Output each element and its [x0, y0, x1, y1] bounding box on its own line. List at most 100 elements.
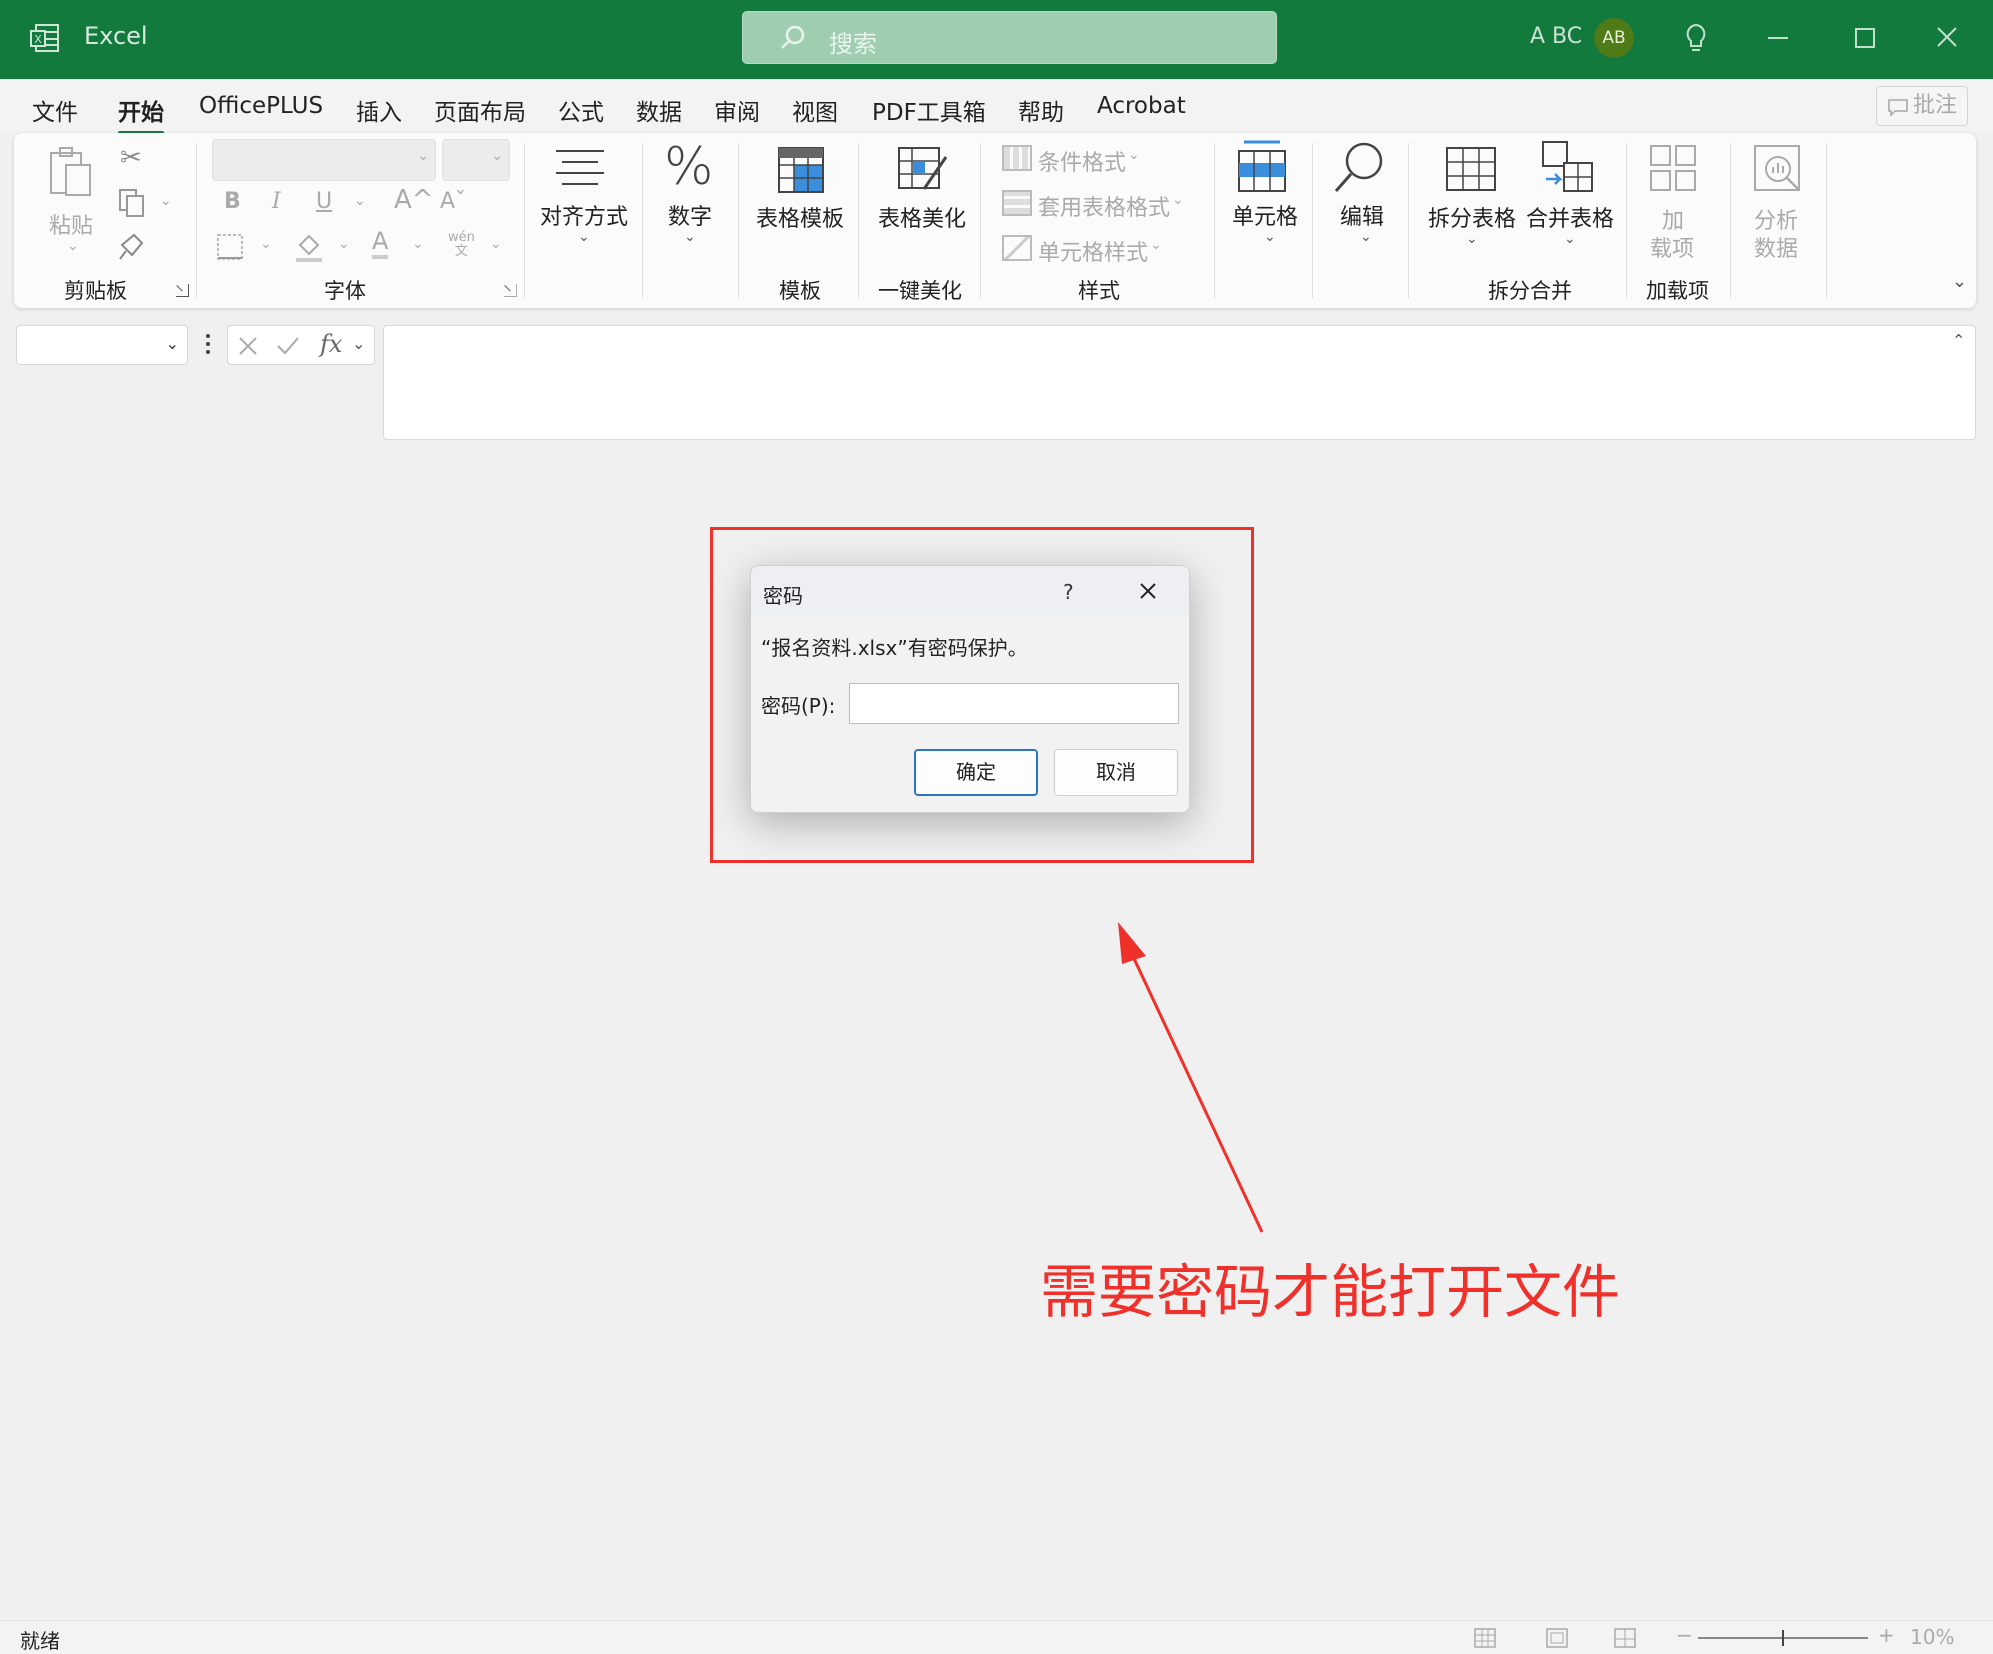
conditional-format-icon[interactable] [1002, 145, 1032, 171]
grow-font-button[interactable]: A^ [394, 185, 434, 215]
zoom-in-button[interactable]: + [1878, 1623, 1895, 1647]
format-as-table-caret-icon[interactable]: ⌄ [1172, 192, 1184, 208]
name-box[interactable]: ⌄ [16, 325, 188, 365]
align-icon[interactable] [554, 147, 606, 187]
page-break-view-icon[interactable] [1614, 1628, 1636, 1648]
collapse-formula-icon[interactable]: ⌄ [1952, 330, 1965, 349]
copy-icon[interactable] [118, 188, 146, 218]
format-painter-icon[interactable] [118, 231, 148, 261]
cancel-formula-icon[interactable] [238, 336, 258, 356]
fill-color-icon[interactable] [294, 231, 324, 263]
cell-styles-icon[interactable] [1002, 235, 1032, 261]
tab-data[interactable]: 数据 [636, 93, 682, 127]
format-as-table-label[interactable]: 套用表格格式 [1038, 190, 1170, 222]
tab-help[interactable]: 帮助 [1018, 93, 1064, 127]
font-name-select[interactable]: ⌄ [212, 139, 436, 181]
dialog-help-button[interactable]: ? [1063, 580, 1074, 604]
maximize-button[interactable] [1855, 28, 1875, 48]
collapse-ribbon-icon[interactable]: ⌄ [1952, 271, 1967, 292]
tab-review[interactable]: 审阅 [714, 93, 760, 127]
table-beautify-icon[interactable] [896, 145, 950, 195]
cut-icon[interactable]: ✂ [120, 143, 142, 173]
tab-insert[interactable]: 插入 [356, 93, 402, 127]
font-color-button[interactable]: A [372, 227, 389, 259]
tab-officeplus[interactable]: OfficePLUS [199, 93, 323, 119]
cells-icon[interactable] [1236, 139, 1288, 195]
password-input[interactable] [849, 683, 1179, 724]
copy-caret-icon[interactable]: ⌄ [160, 193, 172, 209]
cancel-button[interactable]: 取消 [1054, 749, 1178, 796]
cells-caret-icon[interactable]: ⌄ [1264, 229, 1276, 245]
merge-table-icon[interactable] [1540, 139, 1596, 195]
merge-table-caret-icon[interactable]: ⌄ [1564, 231, 1576, 247]
number-caret-icon[interactable]: ⌄ [684, 229, 696, 245]
zoom-level[interactable]: 10% [1910, 1625, 1954, 1649]
normal-view-icon[interactable] [1474, 1628, 1496, 1648]
status-text: 就绪 [20, 1629, 60, 1653]
more-icon[interactable] [206, 333, 210, 355]
addins-group-label: 加载项 [1646, 279, 1709, 303]
minimize-button[interactable] [1768, 37, 1788, 39]
cell-styles-label[interactable]: 单元格样式 [1038, 235, 1148, 267]
beautify-group-label: 一键美化 [878, 279, 962, 303]
clipboard-launcher-icon[interactable] [176, 284, 189, 297]
phonetic-button[interactable]: wén 文 [448, 231, 475, 259]
tab-home[interactable]: 开始 [118, 93, 164, 135]
cell-styles-caret-icon[interactable]: ⌄ [1150, 237, 1162, 253]
conditional-format-label[interactable]: 条件格式 [1038, 145, 1126, 177]
tab-pdf-tools[interactable]: PDF工具箱 [872, 93, 986, 127]
font-color-caret-icon[interactable]: ⌄ [412, 236, 424, 252]
conditional-format-caret-icon[interactable]: ⌄ [1128, 147, 1140, 163]
dialog-close-icon[interactable] [1139, 582, 1157, 600]
zoom-slider-thumb[interactable] [1782, 1630, 1784, 1646]
phonetic-caret-icon[interactable]: ⌄ [490, 236, 502, 252]
tab-file[interactable]: 文件 [32, 93, 78, 127]
merge-table-label: 合并表格 [1526, 207, 1615, 232]
page-layout-view-icon[interactable] [1546, 1628, 1568, 1648]
comment-button[interactable]: 批注 [1876, 86, 1968, 126]
shrink-font-button[interactable]: Aˇ [440, 189, 466, 214]
confirm-formula-icon[interactable] [276, 336, 300, 356]
function-caret-icon[interactable]: ⌄ [352, 334, 365, 353]
bold-button[interactable]: B [224, 189, 241, 214]
comment-label: 批注 [1912, 93, 1957, 118]
avatar[interactable]: AB [1594, 18, 1634, 58]
analyze-data-icon[interactable] [1752, 143, 1804, 195]
search-box[interactable]: 搜索 [742, 11, 1277, 64]
find-icon[interactable] [1332, 139, 1388, 195]
lightbulb-icon[interactable] [1683, 23, 1709, 55]
formula-input[interactable]: ⌄ [383, 325, 1976, 440]
underline-button[interactable]: U [316, 189, 332, 214]
italic-button[interactable]: I [272, 189, 281, 214]
format-as-table-icon[interactable] [1002, 190, 1032, 216]
paste-icon[interactable] [48, 145, 94, 203]
tab-page-layout[interactable]: 页面布局 [434, 93, 526, 127]
split-table-caret-icon[interactable]: ⌄ [1466, 231, 1478, 247]
paste-label: 粘贴 [49, 214, 94, 239]
annotation-text: 需要密码才能打开文件 [1040, 1258, 1621, 1326]
paste-caret-icon[interactable]: ⌄ [67, 238, 79, 254]
underline-caret-icon[interactable]: ⌄ [354, 193, 366, 209]
borders-icon[interactable] [216, 233, 244, 261]
font-size-select[interactable]: ⌄ [442, 139, 510, 181]
align-caret-icon[interactable]: ⌄ [578, 229, 590, 245]
editing-caret-icon[interactable]: ⌄ [1360, 229, 1372, 245]
tab-view[interactable]: 视图 [792, 93, 838, 127]
tab-acrobat[interactable]: Acrobat [1097, 93, 1186, 119]
addins-icon[interactable] [1648, 143, 1698, 193]
tab-formulas[interactable]: 公式 [558, 93, 604, 127]
close-window-button[interactable] [1936, 26, 1958, 48]
ok-button[interactable]: 确定 [914, 749, 1038, 796]
search-placeholder: 搜索 [829, 30, 877, 58]
formula-tools: fx ⌄ [227, 325, 375, 365]
app-name: Excel [84, 22, 148, 50]
percent-icon[interactable]: % [664, 137, 713, 197]
number-label: 数字 [668, 205, 713, 230]
fill-color-caret-icon[interactable]: ⌄ [338, 236, 350, 252]
font-launcher-icon[interactable] [504, 284, 517, 297]
table-template-icon[interactable] [776, 145, 826, 195]
insert-function-icon[interactable]: fx [320, 330, 342, 358]
borders-caret-icon[interactable]: ⌄ [260, 236, 272, 252]
split-table-icon[interactable] [1444, 145, 1498, 193]
zoom-out-button[interactable]: − [1676, 1623, 1693, 1647]
